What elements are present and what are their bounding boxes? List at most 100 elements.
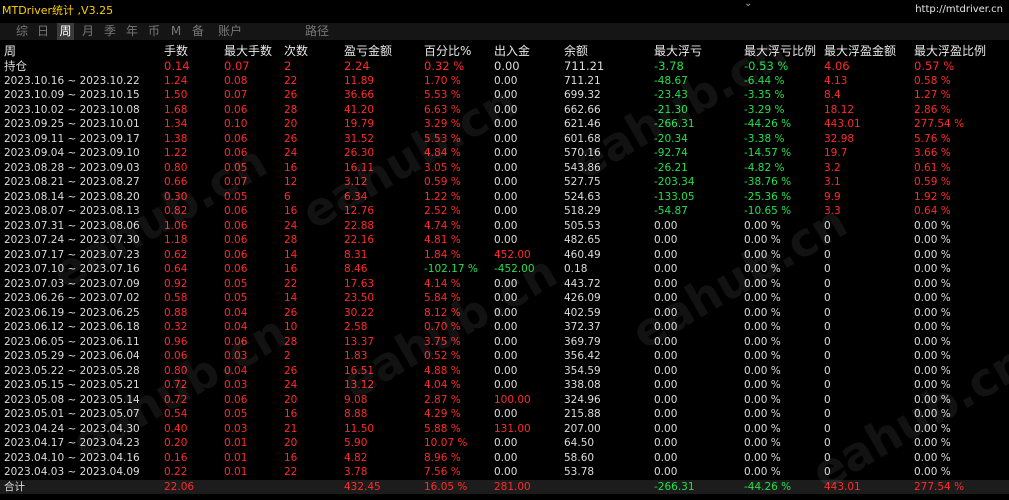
table-cell: 0.00 % [914,350,951,362]
table-cell: 0.00 [654,234,678,246]
table-cell: -14.57 % [744,147,792,159]
table-cell: 22.88 [344,219,375,232]
column-header: 最大浮亏 [654,44,703,58]
table-cell: 452.00 [494,248,531,261]
tab-9[interactable]: 账户 [215,23,245,40]
table-cell: 0 [824,466,831,478]
table-row[interactable]: 2023.05.08 ~ 2023.05.14 0.72 0.06 20 9.08 2.8… [0,393,1009,408]
table-row[interactable]: 2023.10.02 ~ 2023.10.08 1.68 0.06 28 41.20 6.… [0,103,1009,118]
site-link[interactable]: http://mtdriver.cn [915,4,1003,15]
table-cell: -10.65 % [744,205,792,217]
table-row[interactable]: 2023.07.24 ~ 2023.07.30 1.18 0.06 28 22.16 4.… [0,233,1009,248]
table-cell: 41.20 [344,103,375,116]
table-cell: 6 [284,190,291,203]
table-cell: 1.22 [164,147,188,159]
table-row[interactable]: 2023.08.21 ~ 2023.08.27 0.66 0.07 12 3.12 0.5… [0,175,1009,190]
table-cell: 19.7 [824,147,848,159]
tab-5[interactable]: 年 [124,23,140,40]
table-cell: 621.46 [564,118,601,130]
table-row[interactable]: 2023.07.31 ~ 2023.08.06 1.06 0.06 24 22.88 4.… [0,219,1009,234]
table-cell: -452.00 [494,263,535,275]
table-row[interactable]: 2023.10.16 ~ 2023.10.22 1.24 0.08 22 11.89 1.… [0,74,1009,89]
table-cell: 1.27 % [914,89,951,101]
table-cell: 443.01 [824,118,861,130]
table-row[interactable]: 2023.05.01 ~ 2023.05.07 0.54 0.05 16 8.88 4.2… [0,407,1009,422]
hold-row[interactable]: 持仓 0.14 0.07 2 2.24 0.32 % 0.00 711.21 -3.78 -0.5… [0,59,1009,74]
table-row[interactable]: 2023.07.17 ~ 2023.07.23 0.62 0.06 14 8.31 1.8… [0,248,1009,263]
table-cell: 0.00 [494,364,518,377]
tab-6[interactable]: 币 [146,23,162,40]
tab-8[interactable]: 备 [190,23,206,40]
table-cell: 16 [284,161,298,174]
table-row[interactable]: 2023.05.22 ~ 2023.05.28 0.80 0.04 26 16.51 4.… [0,364,1009,379]
table-cell: 0.70 % [424,321,461,333]
total-label: 合计 [4,481,25,493]
table-cell: 3.66 % [914,147,951,159]
total-cell: 277.54 % [914,481,965,493]
table-row[interactable]: 2023.04.17 ~ 2023.04.23 0.20 0.01 20 5.90 10.… [0,436,1009,451]
table-row[interactable]: 2023.08.07 ~ 2023.08.13 0.82 0.06 16 12.76 2.… [0,204,1009,219]
table-cell: 3.05 % [424,161,461,174]
table-row[interactable]: 2023.09.04 ~ 2023.09.10 1.22 0.06 24 26.30 4.… [0,146,1009,161]
tab-7[interactable]: M [170,23,182,40]
table-cell: 0.06 [224,263,248,275]
table-row[interactable]: 2023.07.03 ~ 2023.07.09 0.92 0.05 22 17.63 4.… [0,277,1009,292]
week-range: 2023.08.14 ~ 2023.08.20 [4,190,140,203]
table-cell: 0.06 [224,132,248,145]
column-header: 余额 [564,44,589,58]
table-row[interactable]: 2023.10.09 ~ 2023.10.15 1.50 0.07 26 36.66 5.… [0,88,1009,103]
table-row[interactable]: 2023.07.10 ~ 2023.07.16 0.64 0.06 16 8.46 -10… [0,262,1009,277]
table-cell: 5.84 % [424,292,461,304]
table-cell: 3.75 % [424,335,461,348]
table-cell: 0.18 [564,263,588,275]
table-row[interactable]: 2023.06.19 ~ 2023.06.25 0.88 0.04 26 30.22 8.… [0,306,1009,321]
table-row[interactable]: 2023.04.03 ~ 2023.04.09 0.22 0.01 22 3.78 7.5… [0,465,1009,480]
tab-2[interactable]: 周 [57,23,74,40]
week-range: 2023.10.02 ~ 2023.10.08 [4,103,140,116]
table-cell: 0.00 % [914,335,951,348]
table-row[interactable]: 2023.08.14 ~ 2023.08.20 0.30 0.05 6 6.34 1.22… [0,190,1009,205]
table-cell: 0.06 [224,219,248,232]
table-cell: 0.00 [494,321,518,333]
table-cell: 0.00 [494,408,518,420]
table-cell: 100.00 [494,393,531,406]
table-row[interactable]: 2023.09.25 ~ 2023.10.01 1.34 0.10 20 19.79 3.… [0,117,1009,132]
table-cell: 12 [284,176,298,188]
table-row[interactable]: 2023.06.05 ~ 2023.06.11 0.96 0.06 28 13.37 3.… [0,335,1009,350]
total-cell: 432.45 [344,481,381,493]
table-cell: 0.00 [494,89,518,101]
table-cell: 0.54 [164,408,188,420]
table-cell: 28 [284,234,298,246]
tab-0[interactable]: 综 [14,23,30,40]
table-cell: 1.18 [164,234,188,246]
table-row[interactable]: 2023.06.26 ~ 2023.07.02 0.58 0.05 14 23.50 5.… [0,291,1009,306]
table-row[interactable]: 2023.04.24 ~ 2023.04.30 0.40 0.03 21 11.50 5.… [0,422,1009,437]
table-cell: 0.00 [654,466,678,478]
tab-10[interactable]: 路径 [302,23,332,40]
chevron-down-icon[interactable]: ⌄ [744,0,752,9]
tab-3[interactable]: 月 [80,23,96,40]
tab-4[interactable]: 季 [102,23,118,40]
table-cell: 8.12 % [424,306,461,319]
table-cell: 2.58 [344,321,368,333]
table-cell: 0.00 [654,335,678,348]
table-row[interactable]: 2023.08.28 ~ 2023.09.03 0.80 0.05 16 16.11 3.… [0,161,1009,176]
table-cell: 5.53 % [424,132,461,145]
table-row[interactable]: 2023.05.29 ~ 2023.06.04 0.06 0.03 2 1.83 0.52… [0,349,1009,364]
table-cell: 426.09 [564,292,601,304]
table-cell: 460.49 [564,248,601,261]
tab-1[interactable]: 日 [35,23,51,40]
table-cell: 0.00 [494,335,518,348]
table-row[interactable]: 2023.05.15 ~ 2023.05.21 0.72 0.03 24 13.12 4.… [0,378,1009,393]
table-row[interactable]: 2023.06.12 ~ 2023.06.18 0.32 0.04 10 2.58 0.7… [0,320,1009,335]
table-row[interactable]: 2023.09.11 ~ 2023.09.17 1.38 0.06 26 31.52 5.… [0,132,1009,147]
table-cell: 505.53 [564,219,601,232]
table-cell: 0.00 [494,74,518,87]
table-cell: 8.31 [344,248,368,261]
table-cell: 0.05 [224,408,248,420]
table-cell: 0 [824,277,831,290]
table-cell: 0.00 [654,364,678,377]
table-cell: 356.42 [564,350,601,362]
table-cell: 0.00 [654,379,678,391]
table-row[interactable]: 2023.04.10 ~ 2023.04.16 0.16 0.01 16 4.82 8.9… [0,451,1009,466]
